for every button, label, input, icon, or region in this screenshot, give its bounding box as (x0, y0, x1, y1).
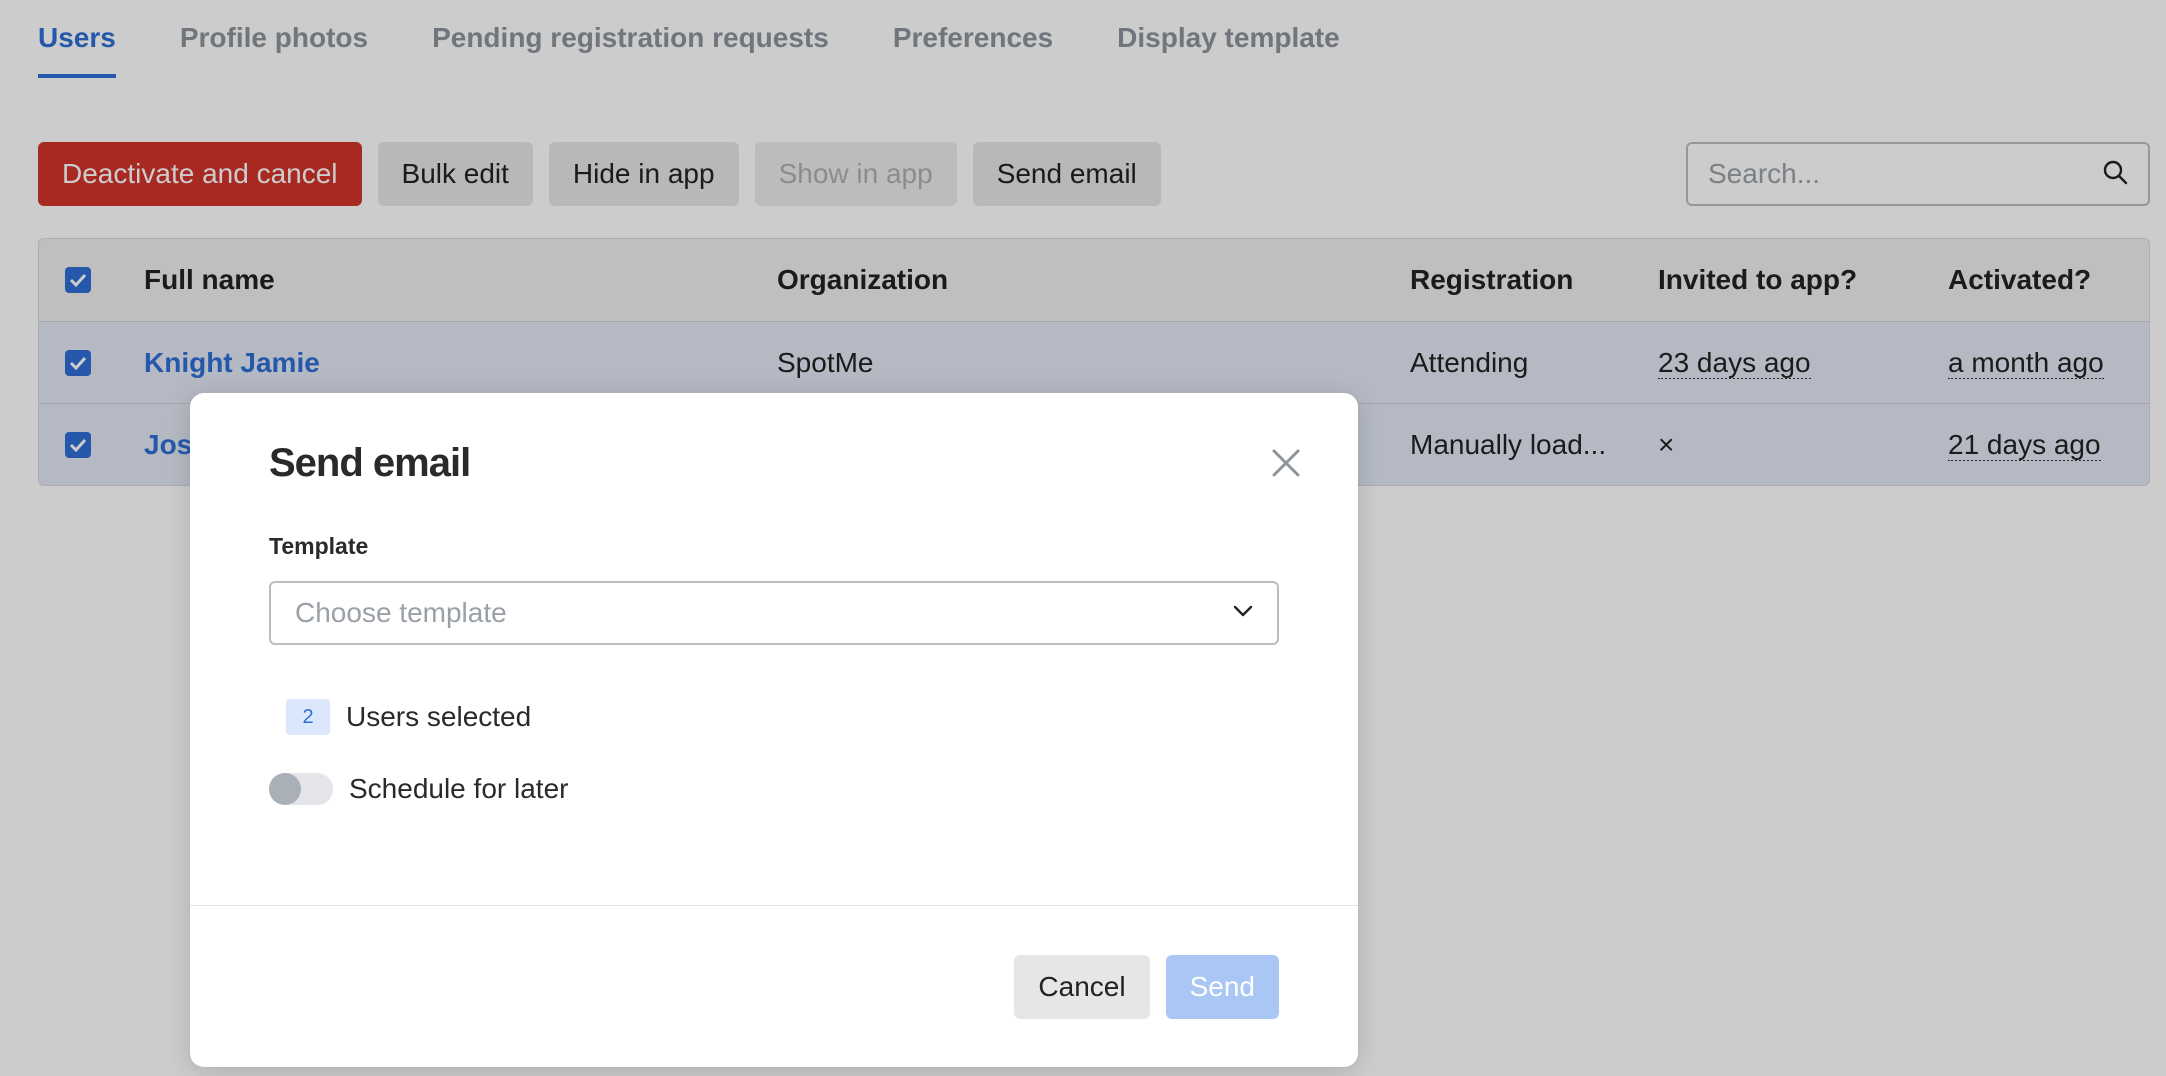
send-button[interactable]: Send (1165, 955, 1279, 1019)
template-select-placeholder: Choose template (295, 597, 507, 628)
schedule-row: Schedule for later (269, 773, 568, 805)
selected-users-summary: 2 Users selected (286, 699, 531, 735)
selected-count-badge: 2 (286, 699, 330, 735)
send-email-modal: Send email Template Choose template 2 Us… (190, 393, 1358, 1067)
modal-footer: Cancel Send (1014, 955, 1279, 1019)
modal-divider (190, 905, 1358, 906)
chevron-down-icon (1233, 604, 1253, 622)
close-icon[interactable] (1268, 445, 1304, 481)
schedule-toggle[interactable] (269, 773, 333, 805)
toggle-knob (269, 773, 301, 805)
schedule-label: Schedule for later (349, 773, 569, 804)
template-select[interactable]: Choose template (269, 581, 1279, 645)
cancel-button[interactable]: Cancel (1014, 955, 1150, 1019)
modal-title: Send email (269, 441, 471, 485)
selected-users-text: Users selected (346, 701, 532, 732)
template-label: Template (269, 533, 369, 559)
